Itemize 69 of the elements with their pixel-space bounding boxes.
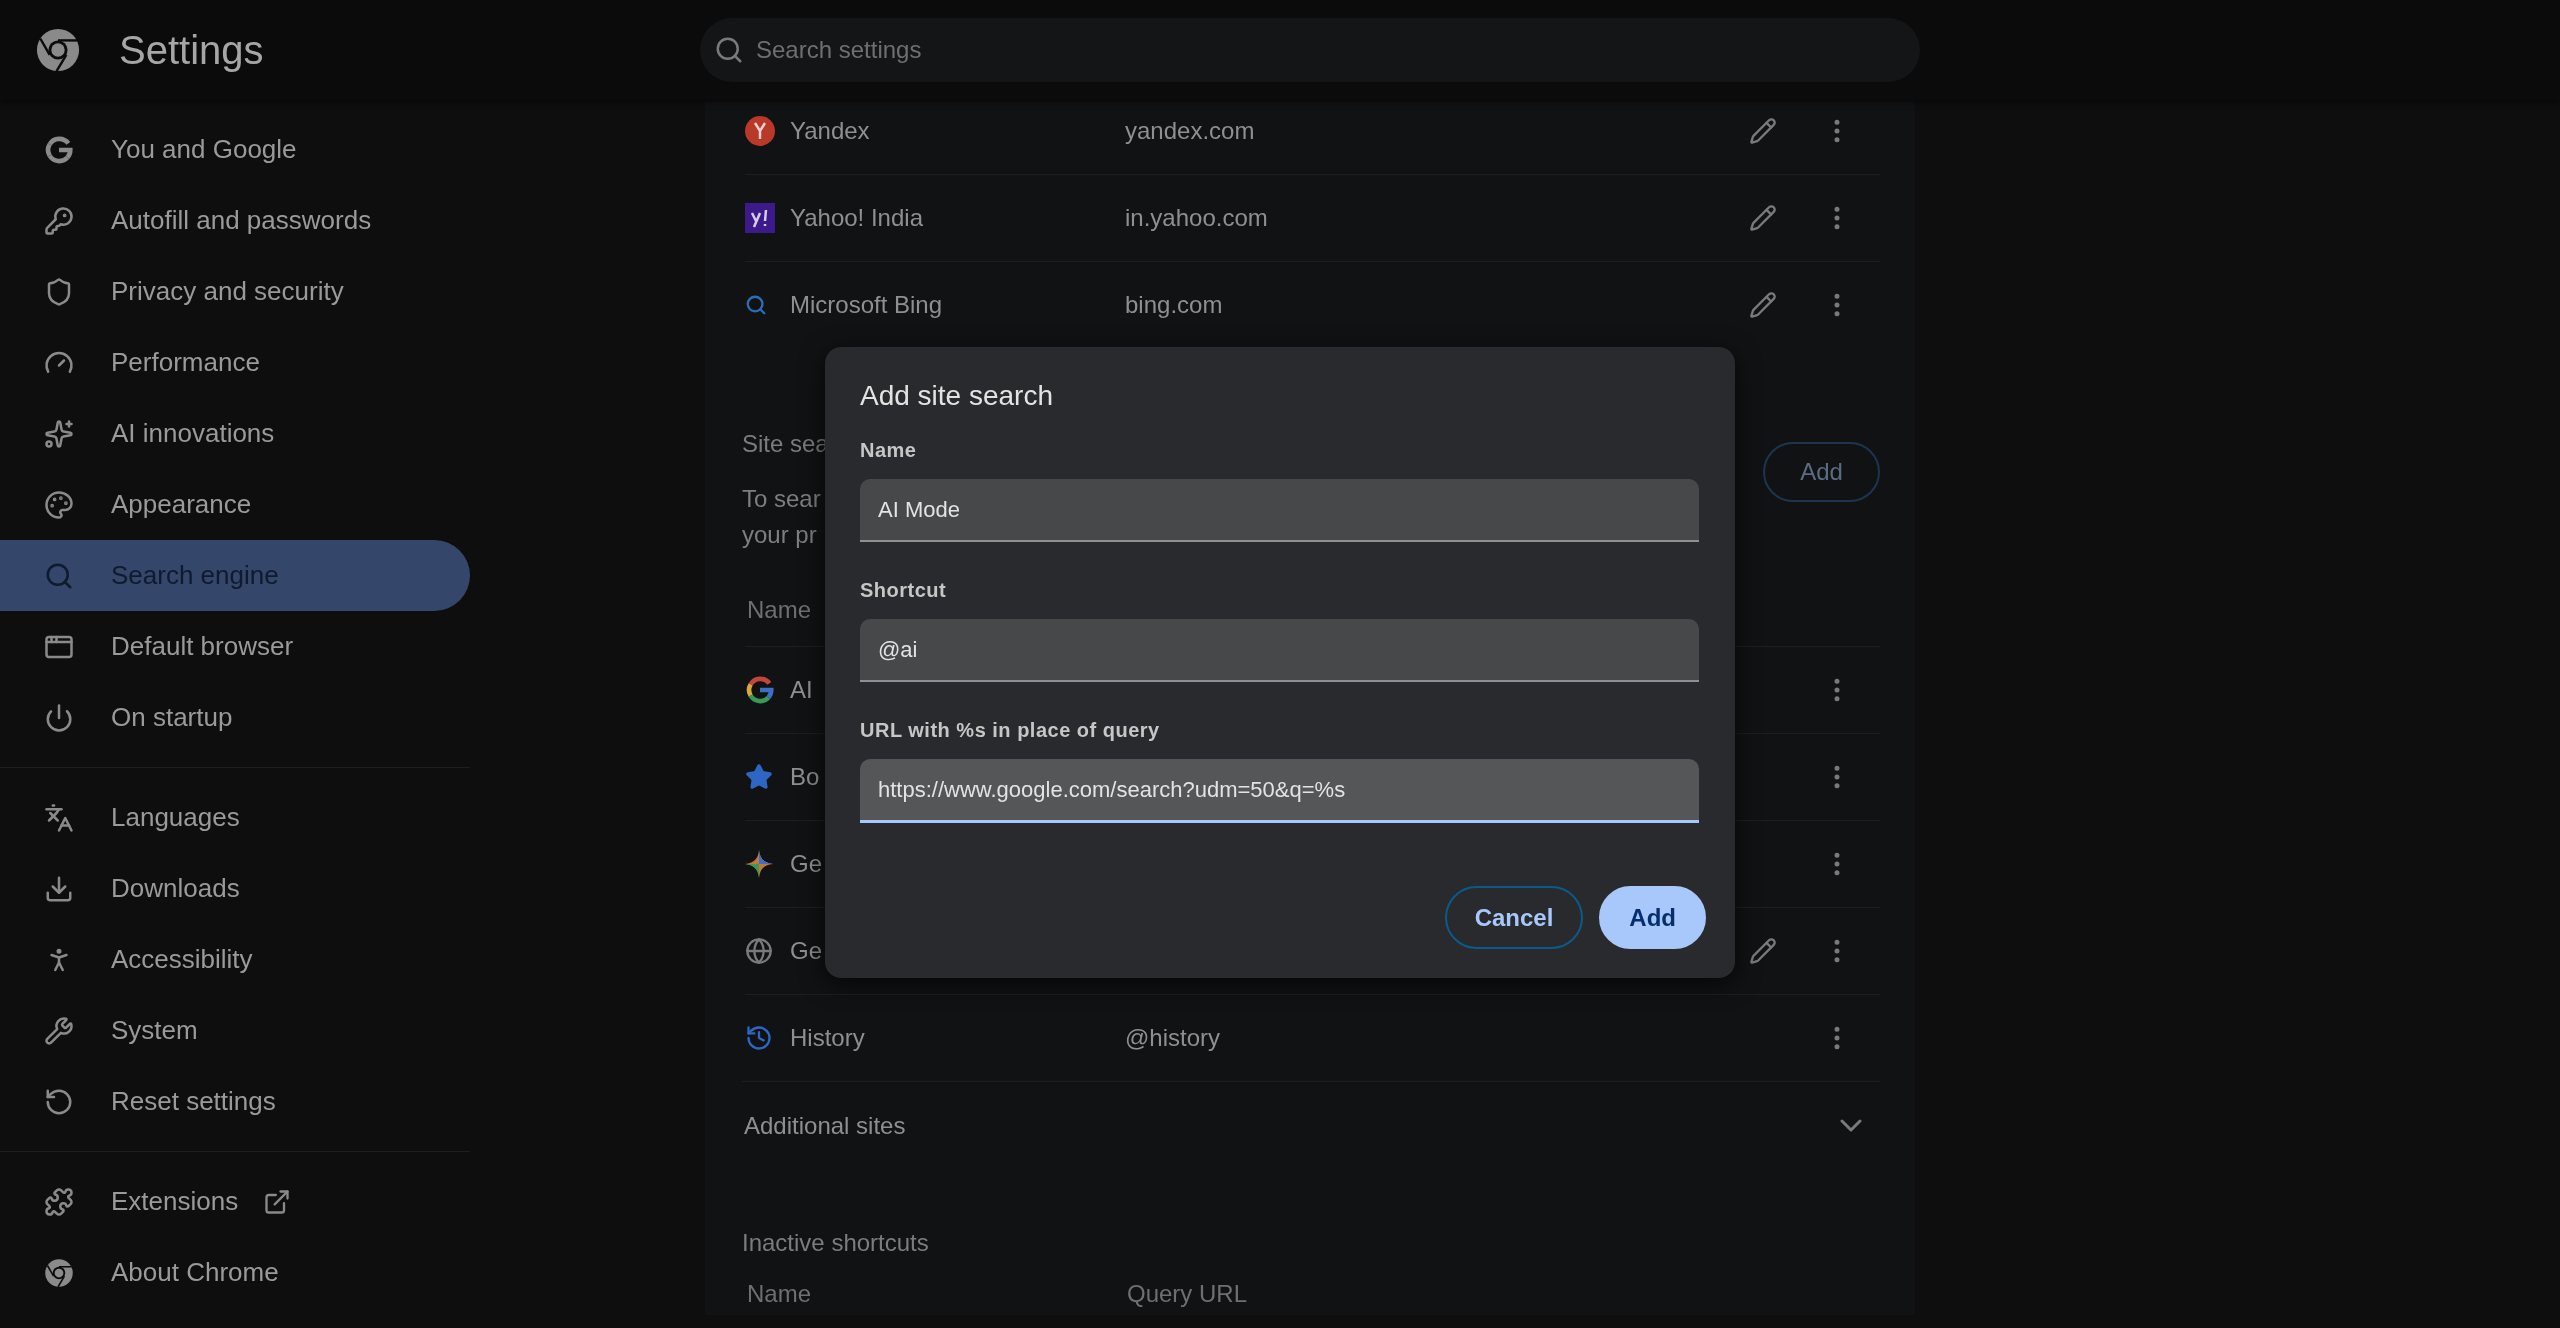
sidebar-item[interactable]: Autofill and passwords xyxy=(0,185,470,256)
input-field[interactable]: AI Mode xyxy=(860,479,1699,542)
engine-name: Yahoo! India xyxy=(790,204,924,232)
sparkle-icon xyxy=(745,850,773,878)
input-field[interactable]: @ai xyxy=(860,619,1699,682)
engine-name: Yandex xyxy=(790,116,871,145)
column-header: Query URL xyxy=(1127,1280,1249,1308)
edit-icon[interactable] xyxy=(1749,116,1777,145)
power-icon xyxy=(44,702,74,733)
g-logo-icon xyxy=(44,134,74,165)
section-title: Inactive shortcuts xyxy=(742,1228,930,1258)
engine-name: Bo xyxy=(790,763,821,791)
section-description: your pr xyxy=(742,520,818,550)
edit-icon[interactable] xyxy=(1749,291,1777,319)
sidebar-item[interactable]: Downloads xyxy=(0,853,470,924)
sidebar-item[interactable]: Accessibility xyxy=(0,924,470,995)
engine-shortcut: in.yahoo.com xyxy=(1125,204,1269,232)
engine-name: Ge xyxy=(790,850,823,878)
add-button[interactable]: Add xyxy=(1599,886,1706,949)
translate-icon xyxy=(44,802,74,833)
search-icon xyxy=(745,294,767,316)
engine-name: Ge xyxy=(790,937,823,965)
palette-icon xyxy=(44,489,74,520)
field-label: Shortcut xyxy=(860,578,948,603)
history-icon xyxy=(745,1024,773,1052)
star-icon xyxy=(745,763,773,791)
search-icon xyxy=(714,35,744,65)
sidebar-item[interactable]: Default browser xyxy=(0,611,470,682)
key-icon xyxy=(44,205,74,236)
engine-name: Microsoft Bing xyxy=(790,291,944,319)
input-field[interactable]: https://www.google.com/search?udm=50&q=%s xyxy=(860,759,1699,823)
additional-sites-label: Additional sites xyxy=(744,1111,906,1140)
sidebar-item[interactable]: System xyxy=(0,995,470,1066)
engine-name: History xyxy=(790,1024,866,1052)
cancel-button[interactable]: Cancel xyxy=(1444,886,1584,949)
chrome-logo-icon xyxy=(35,27,81,73)
yandex-logo-icon xyxy=(745,115,775,146)
section-description: To sear xyxy=(742,484,822,514)
field-label: Name xyxy=(860,438,918,463)
field-label: URL with %s in place of query xyxy=(860,718,1161,743)
globe-icon xyxy=(745,937,773,965)
wrench-icon xyxy=(44,1015,74,1046)
edit-icon[interactable] xyxy=(1749,937,1777,965)
column-header: Name xyxy=(747,596,813,624)
engine-shortcut: @history xyxy=(1125,1024,1222,1052)
sidebar-item[interactable]: Performance xyxy=(0,327,470,398)
engine-shortcut: bing.com xyxy=(1125,291,1224,319)
dialog-title: Add site search xyxy=(860,379,1054,413)
sidebar-item[interactable]: Extensions xyxy=(0,1166,470,1237)
sidebar-item[interactable]: Privacy and security xyxy=(0,256,470,327)
sidebar-item[interactable]: Reset settings xyxy=(0,1066,470,1137)
sidebar-item[interactable]: AI innovations xyxy=(0,398,470,469)
sidebar-item[interactable]: You and Google xyxy=(0,114,470,185)
sidebar-item[interactable]: Appearance xyxy=(0,469,470,540)
puzzle-icon xyxy=(44,1186,74,1217)
additional-sites-row[interactable]: Additional sites xyxy=(742,1081,1880,1169)
sidebar-item[interactable]: Languages xyxy=(0,782,470,853)
engine-shortcut: yandex.com xyxy=(1125,116,1256,145)
sidebar-item[interactable]: On startup xyxy=(0,682,470,753)
sidebar-item[interactable]: About Chrome xyxy=(0,1237,470,1308)
add-button[interactable]: Add xyxy=(1763,442,1880,502)
chrome-logo-icon xyxy=(44,1257,74,1288)
yahoo-logo-icon xyxy=(745,203,775,233)
sparkles-icon xyxy=(44,418,74,449)
engine-name: AI xyxy=(790,676,814,704)
edit-icon[interactable] xyxy=(1749,204,1777,232)
g-logo-icon xyxy=(745,675,775,705)
settings-title: Settings xyxy=(119,27,264,73)
column-header: Name xyxy=(747,1280,813,1308)
